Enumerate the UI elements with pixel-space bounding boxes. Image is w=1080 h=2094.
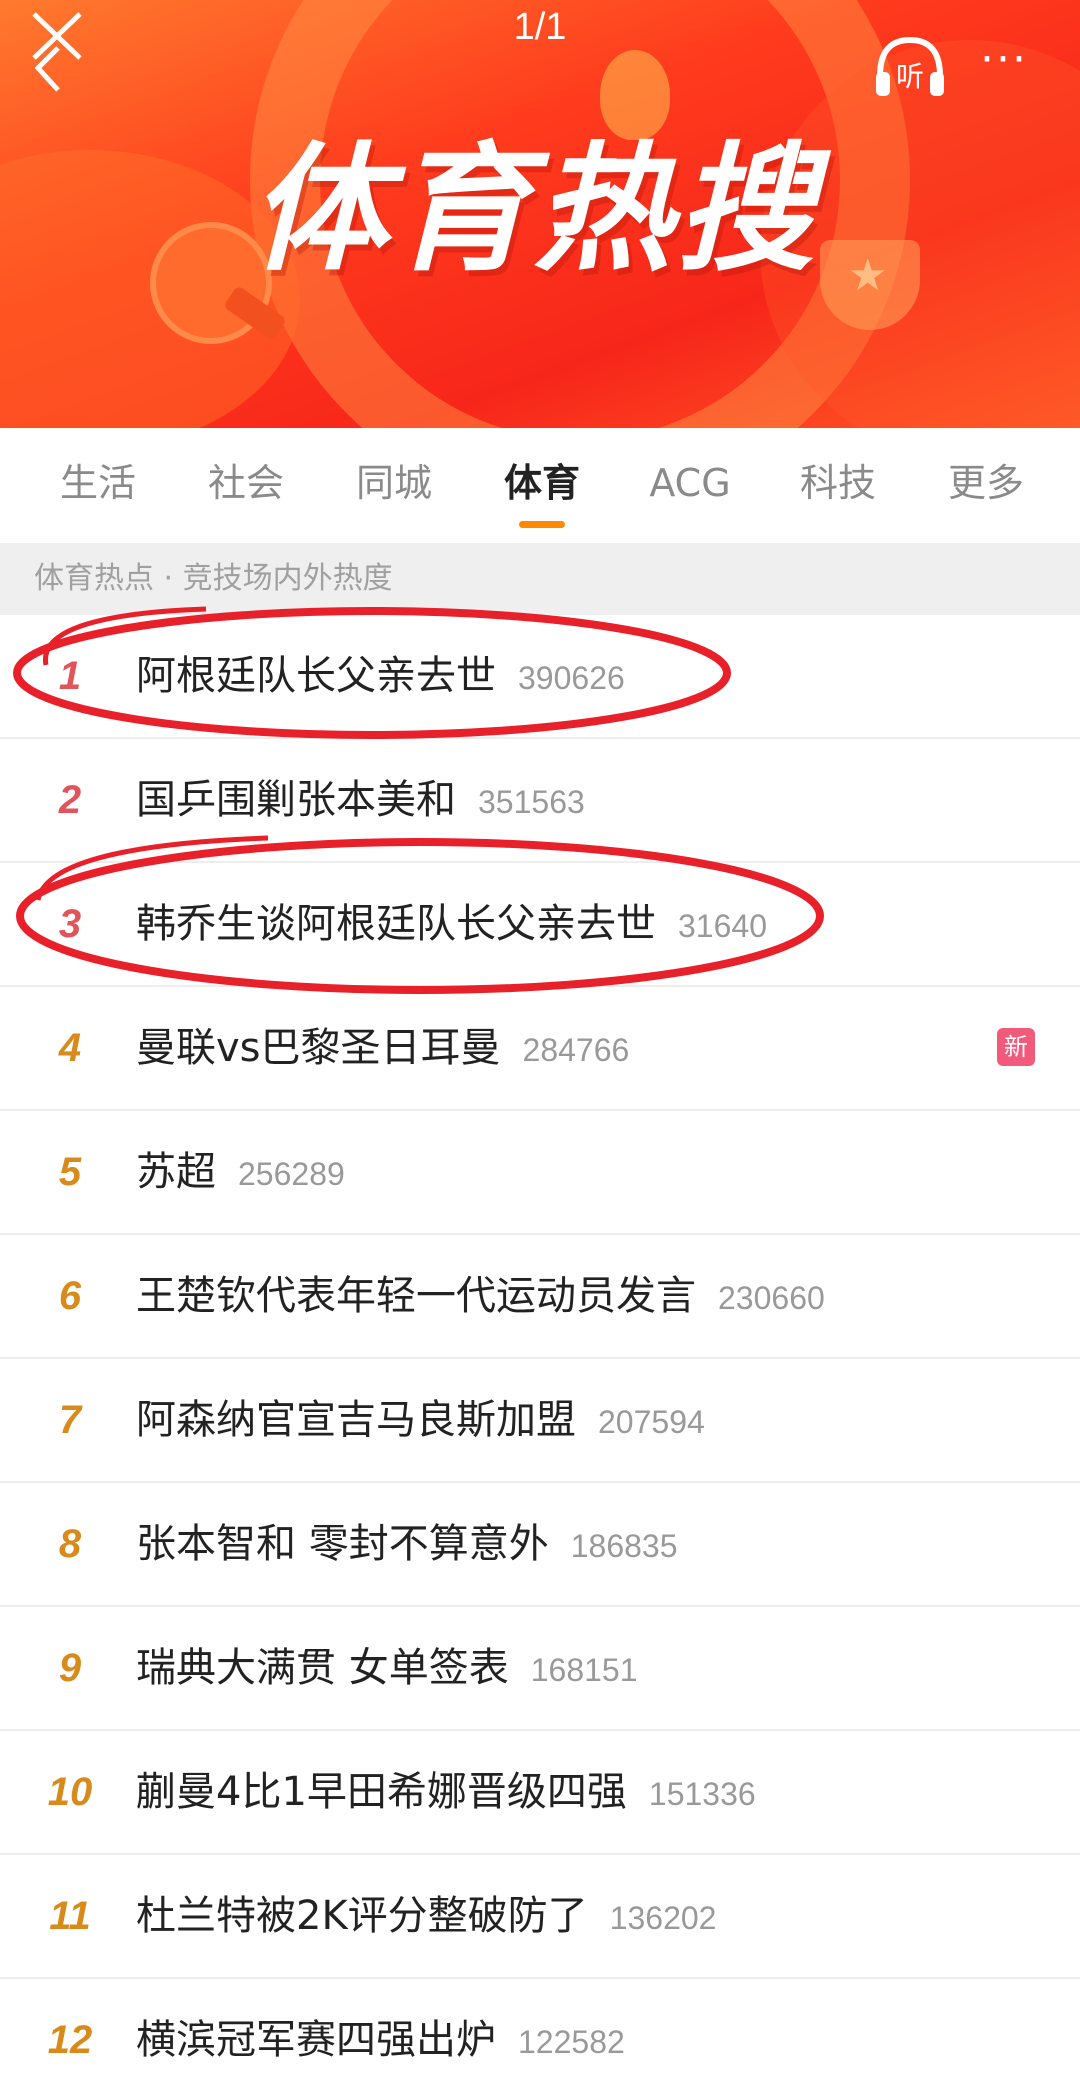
topic-title: 阿根廷队长父亲去世 — [136, 653, 496, 699]
heat-count: 122582 — [518, 2024, 625, 2060]
tab-label: 科技 — [799, 461, 876, 505]
rank-number: 5 — [58, 1150, 82, 1194]
heat-count: 230660 — [718, 1280, 825, 1316]
topic-title: 蒯曼4比1早田希娜晋级四强 — [136, 1769, 627, 1815]
hot-search-row[interactable]: 5 苏超 256289 — [0, 1111, 1080, 1235]
tab-0[interactable]: 生活 — [24, 428, 172, 538]
topic-title-wrap: 阿森纳官宣吉马良斯加盟 207594 — [136, 1359, 705, 1483]
topic-title-wrap: 阿根廷队长父亲去世 390626 — [136, 615, 625, 739]
topic-title-wrap: 韩乔生谈阿根廷队长父亲去世 31640 — [136, 863, 767, 987]
heat-count: 31640 — [678, 908, 767, 944]
topic-title-wrap: 瑞典大满贯 女单签表 168151 — [136, 1607, 638, 1731]
topic-title-wrap: 蒯曼4比1早田希娜晋级四强 151336 — [136, 1731, 756, 1855]
topic-title-wrap: 横滨冠军赛四强出炉 122582 — [136, 1979, 625, 2094]
rank-number: 6 — [58, 1274, 82, 1318]
rank-number: 1 — [58, 654, 82, 698]
tab-label: 体育 — [503, 461, 580, 505]
hot-search-row[interactable]: 9 瑞典大满贯 女单签表 168151 — [0, 1607, 1080, 1731]
tab-label: ACG — [649, 461, 731, 505]
topic-title-wrap: 杜兰特被2K评分整破防了 136202 — [136, 1855, 716, 1979]
topic-title: 瑞典大满贯 女单签表 — [136, 1645, 509, 1691]
rank-number: 7 — [58, 1398, 82, 1442]
category-tabs: 生活 社会 同城 体育 ACG 科技 更多 — [0, 428, 1080, 538]
topic-title-wrap: 王楚钦代表年轻一代运动员发言 230660 — [136, 1235, 825, 1359]
hot-search-row[interactable]: 10 蒯曼4比1早田希娜晋级四强 151336 — [0, 1731, 1080, 1855]
rank-number: 8 — [58, 1522, 82, 1566]
topic-title: 王楚钦代表年轻一代运动员发言 — [136, 1273, 696, 1319]
active-tab-indicator — [519, 521, 565, 528]
banner: ★ 1/1 听 ··· 体育热搜 — [0, 0, 1080, 428]
heat-count: 351563 — [478, 784, 585, 820]
hot-search-row[interactable]: 6 王楚钦代表年轻一代运动员发言 230660 — [0, 1235, 1080, 1359]
topic-title-wrap: 张本智和 零封不算意外 186835 — [136, 1483, 678, 1607]
topic-title: 国乒围剿张本美和 — [136, 777, 456, 823]
tab-label: 同城 — [355, 461, 432, 505]
tab-4[interactable]: ACG — [616, 428, 764, 538]
topic-title: 苏超 — [136, 1149, 216, 1195]
more-options-button[interactable]: ··· — [980, 38, 1040, 84]
hot-search-row[interactable]: 7 阿森纳官宣吉马良斯加盟 207594 — [0, 1359, 1080, 1483]
close-back-icon — [32, 12, 82, 92]
rank-number: 10 — [47, 1770, 93, 1814]
rank-number: 4 — [58, 1026, 82, 1070]
heat-count: 168151 — [530, 1652, 638, 1688]
topic-title-wrap: 曼联vs巴黎圣日耳曼 284766 — [136, 987, 629, 1111]
hot-search-row[interactable]: 8 张本智和 零封不算意外 186835 — [0, 1483, 1080, 1607]
tab-6[interactable]: 更多 — [912, 428, 1060, 538]
hot-search-row[interactable]: 4 曼联vs巴黎圣日耳曼 284766 新 — [0, 987, 1080, 1111]
hot-search-list: 1 阿根廷队长父亲去世 390626 2 国乒围剿张本美和 351563 3 韩乔生谈阿根廷队… — [0, 615, 1080, 2094]
tab-3[interactable]: 体育 — [468, 428, 616, 538]
new-badge: 新 — [997, 1028, 1035, 1066]
hot-search-row[interactable]: 12 横滨冠军赛四强出炉 122582 — [0, 1979, 1080, 2094]
topic-title: 杜兰特被2K评分整破防了 — [136, 1893, 588, 1939]
banner-title: 体育热搜 — [250, 129, 819, 290]
tab-label: 生活 — [59, 461, 136, 505]
subheader-text: 体育热点 · 竞技场内外热度 — [34, 561, 393, 596]
topic-title: 韩乔生谈阿根廷队长父亲去世 — [136, 901, 656, 947]
tab-2[interactable]: 同城 — [320, 428, 468, 538]
section-subheader: 体育热点 · 竞技场内外热度 — [0, 543, 1080, 615]
flame-icon — [600, 50, 670, 140]
heat-count: 151336 — [648, 1776, 756, 1812]
hot-search-row[interactable]: 1 阿根廷队长父亲去世 390626 — [0, 615, 1080, 739]
tab-5[interactable]: 科技 — [764, 428, 912, 538]
hot-search-row[interactable]: 3 韩乔生谈阿根廷队长父亲去世 31640 — [0, 863, 1080, 987]
heat-count: 186835 — [570, 1528, 678, 1564]
rank-number: 3 — [58, 902, 82, 946]
rank-number: 2 — [58, 778, 82, 822]
topic-title: 阿森纳官宣吉马良斯加盟 — [136, 1397, 576, 1443]
topic-title: 横滨冠军赛四强出炉 — [136, 2017, 496, 2063]
hot-search-row[interactable]: 11 杜兰特被2K评分整破防了 136202 — [0, 1855, 1080, 1979]
rank-number: 12 — [47, 2018, 93, 2062]
topic-title-wrap: 国乒围剿张本美和 351563 — [136, 739, 585, 863]
topic-title: 张本智和 零封不算意外 — [136, 1521, 549, 1567]
rank-number: 11 — [49, 1894, 91, 1938]
heat-count: 284766 — [522, 1032, 630, 1068]
tab-label: 社会 — [207, 461, 284, 505]
topic-title-wrap: 苏超 256289 — [136, 1111, 345, 1235]
tab-label: 更多 — [947, 461, 1024, 505]
heat-count: 390626 — [518, 660, 625, 696]
heat-count: 256289 — [238, 1156, 345, 1192]
heat-count: 136202 — [609, 1900, 717, 1936]
heat-count: 207594 — [598, 1404, 705, 1440]
back-close-button[interactable] — [28, 6, 88, 96]
headphones-icon: 听 — [876, 36, 944, 96]
topic-title: 曼联vs巴黎圣日耳曼 — [136, 1025, 501, 1071]
hot-search-row[interactable]: 2 国乒围剿张本美和 351563 — [0, 739, 1080, 863]
rank-number: 9 — [58, 1646, 82, 1690]
listen-button[interactable]: 听 — [870, 28, 950, 108]
page-indicator: 1/1 — [513, 6, 567, 48]
hot-search-screen: ★ 1/1 听 ··· 体育热搜 生活 社会 同城 体育 ACG 科技 更多 体育热点 · … — [0, 0, 1080, 2094]
tab-1[interactable]: 社会 — [172, 428, 320, 538]
listen-label: 听 — [896, 60, 924, 93]
